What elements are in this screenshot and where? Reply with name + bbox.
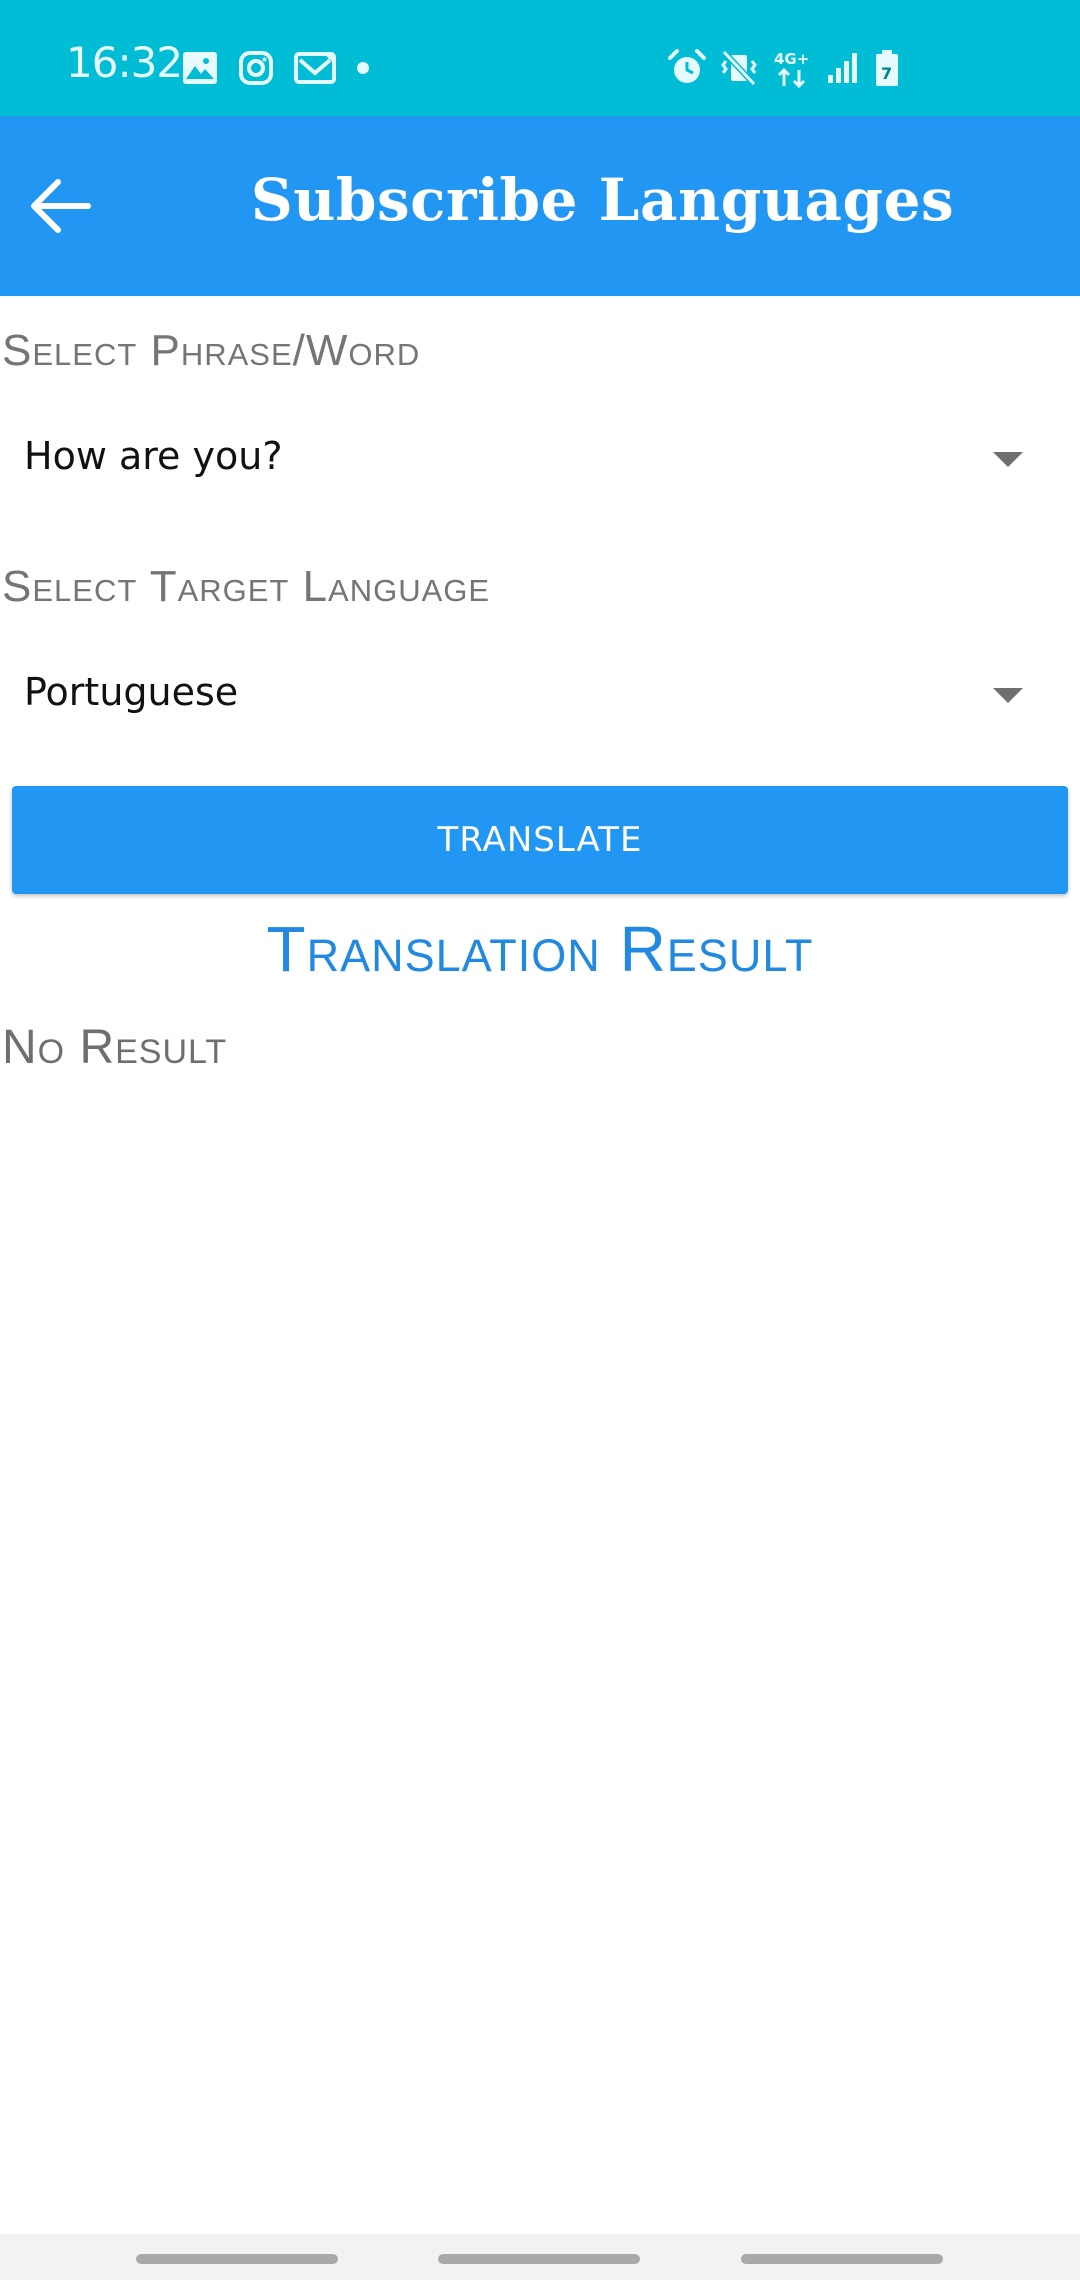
navigation-bar bbox=[0, 2234, 1080, 2280]
alarm-icon bbox=[668, 49, 706, 83]
vibrate-mute-icon bbox=[721, 49, 757, 87]
instagram-icon bbox=[239, 51, 273, 85]
language-spinner[interactable]: Portuguese bbox=[0, 646, 1080, 746]
network-type-text: 4G+ bbox=[774, 50, 809, 68]
signal-icon bbox=[828, 53, 857, 83]
status-icons-left bbox=[182, 50, 370, 86]
language-spinner-value: Portuguese bbox=[24, 670, 239, 714]
phrase-label: Select Phrase/Word bbox=[2, 326, 421, 375]
result-title: Translation Result bbox=[266, 913, 814, 985]
translate-button[interactable]: TRANSLATE bbox=[12, 786, 1068, 894]
status-time: 16:32 bbox=[66, 38, 183, 87]
battery-icon: 7 bbox=[876, 50, 898, 86]
network-4g-icon: 4G+ bbox=[774, 50, 809, 88]
status-bar: 16:32 4G+ 7 bbox=[0, 0, 1080, 116]
mail-icon bbox=[294, 52, 336, 84]
battery-level-text: 7 bbox=[881, 64, 892, 83]
notification-dot-icon bbox=[357, 62, 369, 74]
result-text: No Result bbox=[2, 1021, 228, 1074]
phrase-spinner[interactable]: How are you? bbox=[0, 410, 1080, 510]
status-icons-right: 4G+ 7 bbox=[668, 48, 900, 88]
app-bar: Subscribe Languages bbox=[0, 116, 1080, 296]
language-label: Select Target Language bbox=[2, 562, 491, 611]
nav-home[interactable] bbox=[438, 2254, 640, 2264]
nav-back[interactable] bbox=[741, 2254, 943, 2264]
gallery-icon bbox=[183, 52, 217, 84]
nav-recent-apps[interactable] bbox=[136, 2254, 338, 2264]
phrase-spinner-value: How are you? bbox=[24, 434, 283, 478]
dropdown-arrow-icon bbox=[993, 452, 1023, 467]
dropdown-arrow-icon bbox=[993, 688, 1023, 703]
page-title: Subscribe Languages bbox=[250, 166, 955, 234]
